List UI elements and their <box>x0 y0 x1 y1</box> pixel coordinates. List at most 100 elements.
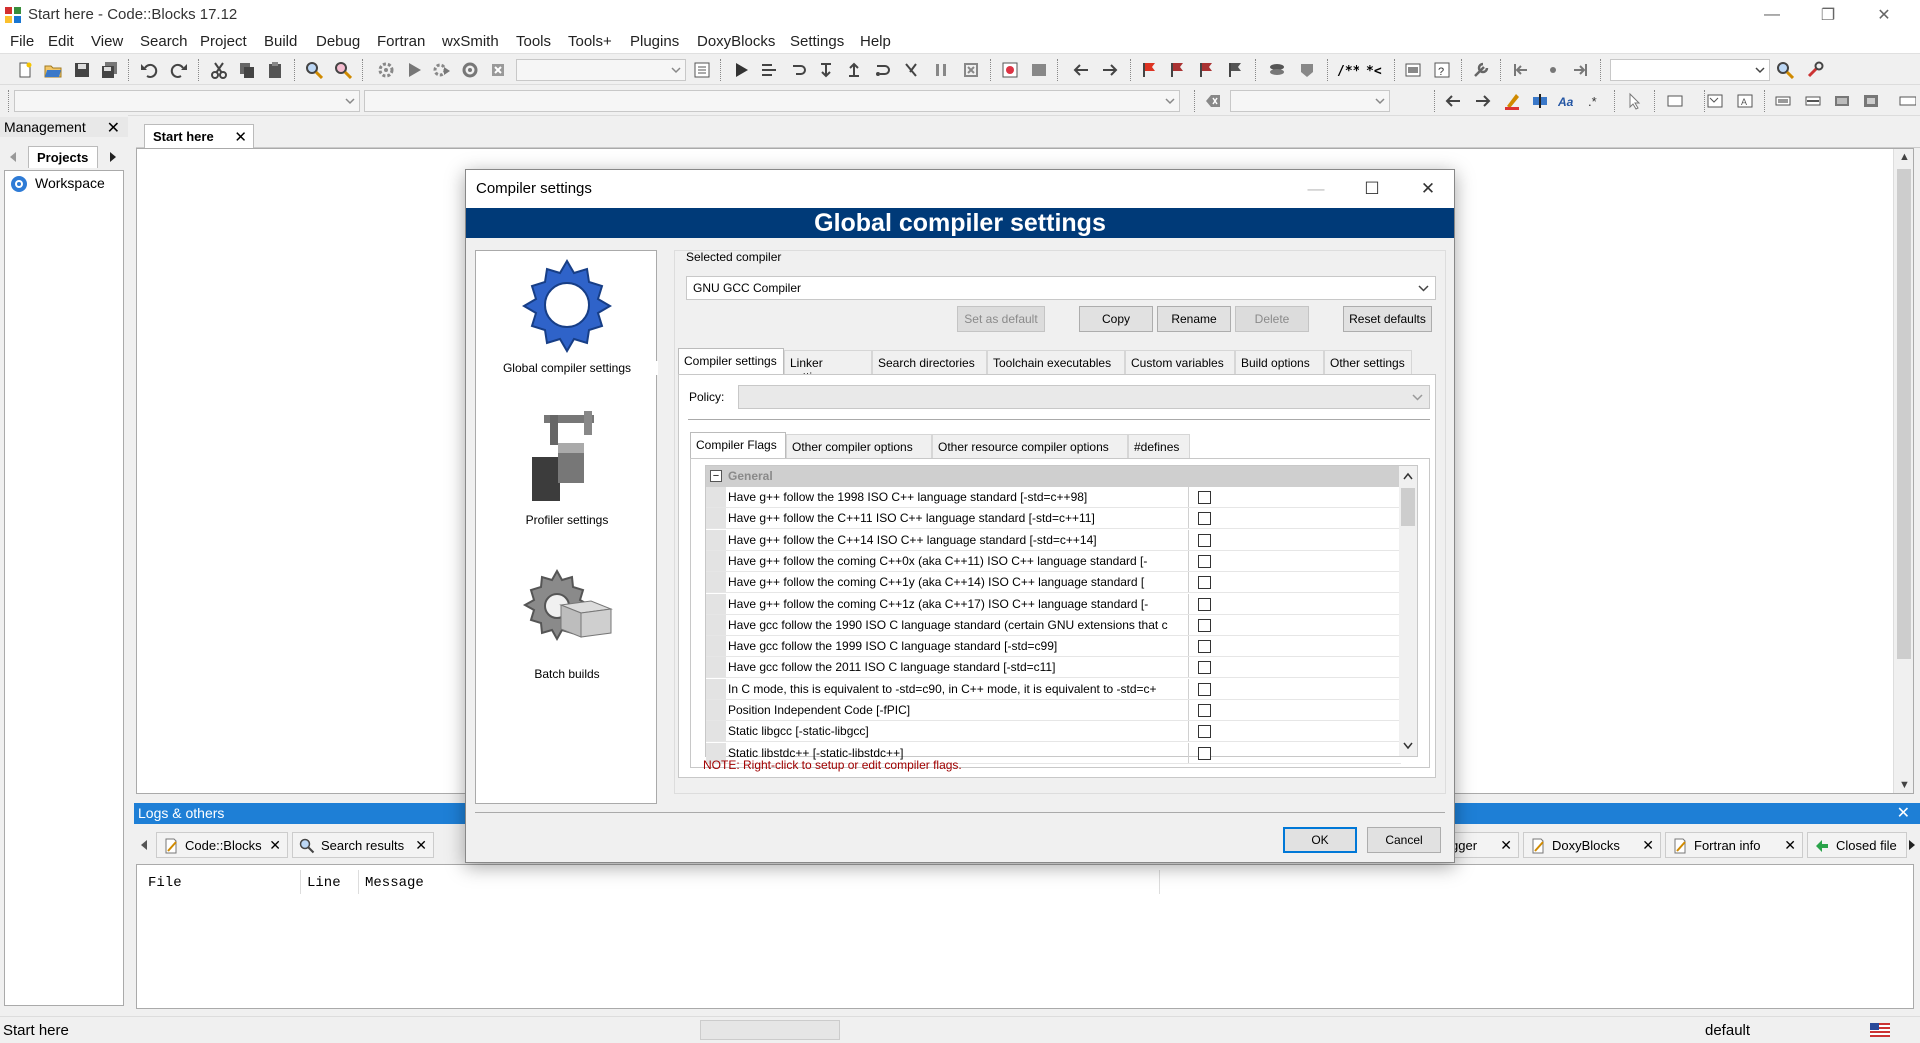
search-text-combo[interactable] <box>1230 90 1390 112</box>
build-run-icon[interactable] <box>433 61 451 79</box>
flag-row[interactable]: Have g++ follow the C++11 ISO C++ langua… <box>706 508 1401 530</box>
flag-checkbox[interactable] <box>1198 704 1211 717</box>
flag-row[interactable]: Have g++ follow the coming C++0x (aka C+… <box>706 550 1401 572</box>
frame-widget-icon[interactable] <box>1666 92 1684 110</box>
find-previous-icon[interactable] <box>1444 92 1462 110</box>
menu-search[interactable]: Search <box>140 33 188 50</box>
tab-fortran-info[interactable]: Fortran info ✕ <box>1665 832 1803 858</box>
match-case-icon[interactable]: Aa <box>1558 92 1576 110</box>
flag-row[interactable]: Have gcc follow the 2011 ISO C language … <box>706 657 1401 679</box>
menu-tools[interactable]: Tools <box>516 33 551 50</box>
compiler-flags-grid[interactable]: − General Have g++ follow the 1998 ISO C… <box>705 465 1418 764</box>
tab-defines[interactable]: #defines <box>1128 434 1190 458</box>
close-icon[interactable]: ✕ <box>1897 803 1910 823</box>
close-icon[interactable]: ✕ <box>1642 837 1654 854</box>
editor-scrollbar[interactable]: ▲ ▼ <box>1893 149 1913 793</box>
jump-forward-icon[interactable] <box>1101 61 1119 79</box>
tab-compiler-settings[interactable]: Compiler settings <box>678 348 784 374</box>
goto-next-changed-icon[interactable] <box>1571 61 1589 79</box>
scroll-down-icon[interactable]: ▼ <box>1899 779 1910 791</box>
flag-row[interactable]: Have g++ follow the 1998 ISO C++ languag… <box>706 487 1401 508</box>
find-icon[interactable] <box>305 61 323 79</box>
extract-docs-icon[interactable] <box>1298 61 1316 79</box>
run-icon[interactable] <box>405 61 423 79</box>
flag-row[interactable]: Have gcc follow the 1999 ISO C language … <box>706 636 1401 658</box>
menu-build[interactable]: Build <box>264 33 297 50</box>
tab-projects[interactable]: Projects <box>28 146 98 168</box>
tab-compiler-flags[interactable]: Compiler Flags <box>690 432 786 458</box>
arrow-right-icon[interactable] <box>1908 839 1916 851</box>
scrollbar-thumb[interactable] <box>1897 169 1911 659</box>
step-instruction-icon[interactable] <box>902 61 920 79</box>
menu-view[interactable]: View <box>91 33 123 50</box>
dialog-widget-icon[interactable] <box>1706 92 1724 110</box>
step-into-icon[interactable] <box>818 61 836 79</box>
close-button[interactable]: ✕ <box>1856 0 1912 30</box>
save-all-icon[interactable] <box>101 61 119 79</box>
search-go-icon[interactable] <box>1776 61 1794 79</box>
menu-doxyblocks[interactable]: DoxyBlocks <box>697 33 775 50</box>
regex-icon[interactable]: .* <box>1586 92 1604 110</box>
doxyblocks-prefs-icon[interactable] <box>1472 61 1490 79</box>
pointer-icon[interactable] <box>1626 92 1644 110</box>
menu-file[interactable]: File <box>10 33 34 50</box>
sizer-widget-icon[interactable] <box>1774 92 1792 110</box>
scroll-down-icon[interactable] <box>1403 742 1413 750</box>
flag-checkbox[interactable] <box>1198 682 1211 696</box>
grid-sizer-icon[interactable] <box>1833 92 1851 110</box>
dot-icon[interactable] <box>1544 61 1562 79</box>
step-out-icon[interactable] <box>846 61 864 79</box>
tab-other-settings[interactable]: Other settings <box>1324 350 1412 374</box>
new-file-icon[interactable] <box>16 61 34 79</box>
toggle-bookmark-icon[interactable] <box>1140 61 1158 79</box>
flag-checkbox[interactable] <box>1198 725 1211 739</box>
flag-checkbox[interactable] <box>1198 618 1211 632</box>
show-targets-icon[interactable] <box>693 61 711 79</box>
flag-checkbox[interactable] <box>1198 554 1211 568</box>
flag-checkbox[interactable] <box>1198 491 1211 504</box>
spacer-icon[interactable] <box>1862 92 1880 110</box>
box-sizer-icon[interactable] <box>1804 92 1822 110</box>
widget-icon[interactable] <box>1898 92 1916 110</box>
menu-settings[interactable]: Settings <box>790 33 844 50</box>
flag-row[interactable]: In C mode, this is equivalent to -std=c9… <box>706 678 1401 700</box>
flag-checkbox[interactable] <box>1198 661 1211 675</box>
collapse-icon[interactable]: − <box>710 470 722 482</box>
line-comment-icon[interactable]: *< <box>1366 61 1388 79</box>
column-line[interactable]: Line <box>307 875 341 891</box>
cancel-button[interactable]: Cancel <box>1367 827 1441 853</box>
flags-group-header[interactable]: − General <box>706 466 1401 487</box>
selected-compiler-select[interactable]: GNU GCC Compiler <box>686 276 1436 300</box>
rename-button[interactable]: Rename <box>1157 306 1231 332</box>
build-gear-icon[interactable] <box>377 61 395 79</box>
tab-toolchain-executables[interactable]: Toolchain executables <box>987 350 1125 374</box>
category-profiler[interactable]: Profiler settings <box>476 407 658 527</box>
replace-icon[interactable] <box>334 61 352 79</box>
flag-row[interactable]: Have g++ follow the C++14 ISO C++ langua… <box>706 529 1401 551</box>
next-line-icon[interactable] <box>790 61 808 79</box>
column-message[interactable]: Message <box>365 875 424 891</box>
flag-row[interactable]: Have g++ follow the coming C++1y (aka C+… <box>706 572 1401 594</box>
close-icon[interactable]: ✕ <box>1500 837 1512 854</box>
rebuild-icon[interactable] <box>461 61 479 79</box>
menu-tools-plus[interactable]: Tools+ <box>568 33 612 50</box>
menu-fortran[interactable]: Fortran <box>377 33 425 50</box>
incremental-search-combo[interactable] <box>1610 59 1770 81</box>
minimize-button[interactable]: — <box>1744 0 1800 30</box>
tab-start-here[interactable]: Start here ✕ <box>144 124 254 148</box>
close-icon[interactable]: ✕ <box>1784 837 1796 854</box>
paste-icon[interactable] <box>266 61 284 79</box>
tab-build-options[interactable]: Build options <box>1235 350 1324 374</box>
arrow-left-icon[interactable] <box>140 839 148 851</box>
redo-icon[interactable] <box>170 61 188 79</box>
find-next-icon[interactable] <box>1474 92 1492 110</box>
restore-button[interactable]: ❐ <box>1800 0 1856 30</box>
flag-checkbox[interactable] <box>1198 576 1211 590</box>
function-combo[interactable] <box>364 90 1180 112</box>
set-as-default-button[interactable]: Set as default <box>957 306 1045 332</box>
tab-custom-variables[interactable]: Custom variables <box>1125 350 1235 374</box>
wrench-icon[interactable] <box>1806 61 1824 79</box>
workspace-item[interactable]: Workspace <box>35 175 105 191</box>
delete-button[interactable]: Delete <box>1235 306 1309 332</box>
category-batch-builds[interactable]: Batch builds <box>476 561 658 681</box>
